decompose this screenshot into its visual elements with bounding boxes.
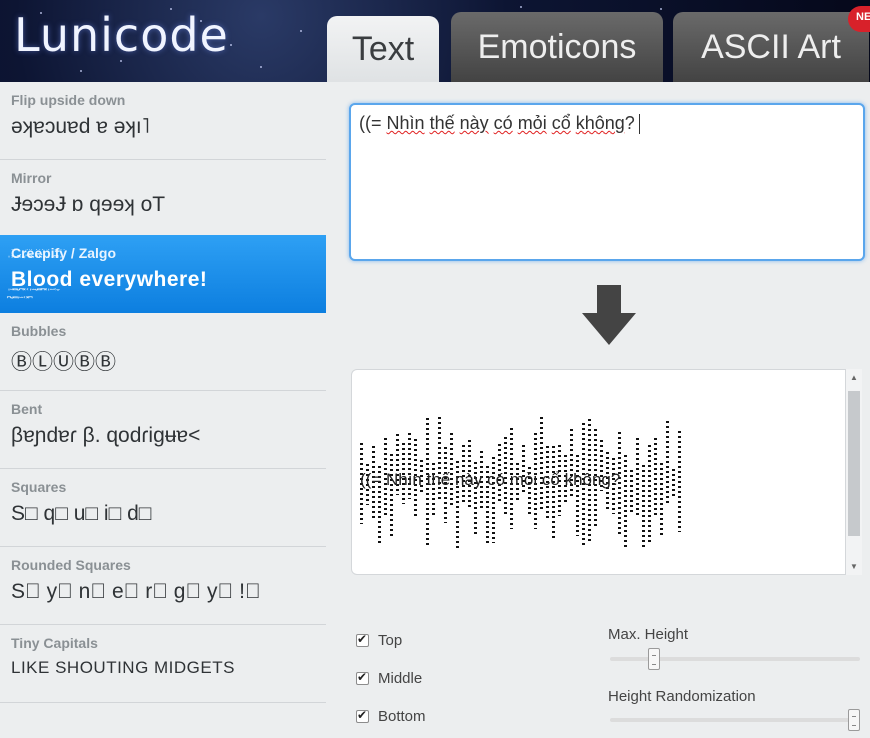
zalgo-glyph-column [666, 420, 669, 506]
max-height-slider[interactable] [610, 648, 860, 670]
bottom-checkbox[interactable] [356, 708, 369, 723]
zalgo-glyph-column [540, 417, 543, 510]
option-middle[interactable]: Middle [356, 670, 422, 687]
text-caret [638, 114, 640, 135]
zalgo-glyph-column [648, 444, 651, 543]
input-word: này [459, 113, 489, 133]
top-checkbox[interactable] [356, 632, 369, 647]
sidebar-item-zalgo[interactable]: ̾ ͒ ͛ ̚ ͒ ̈́ ͑ ͒ ̾ ͌ ͑ ͛ ̈́ ͑ ͒ ̍ ̾ ͑ ͒ … [0, 235, 326, 313]
height-randomization-label: Height Randomization [608, 688, 756, 705]
zalgo-glyph-column [576, 455, 579, 536]
output-box[interactable]: ((= Nhìn thế này có mỏi cổ không? [351, 369, 846, 575]
sidebar-item-title: Bent [11, 401, 43, 417]
sidebar-item-sample: ǝʞɐɔuɐd ɐ ǝʞı˥ [11, 115, 150, 138]
input-prefix: ((= [359, 113, 387, 133]
output-text: ((= Nhìn thế này có mỏi cổ không? [360, 470, 621, 489]
sidebar-item-sample: LIKE SHOUTING MIDGETS [11, 658, 235, 677]
sidebar-item-bent[interactable]: Bent βɐɲdɐɾ β. ɋodɾigʉɐ< [0, 391, 326, 469]
input-word: không [575, 113, 625, 133]
scroll-thumb[interactable] [848, 391, 860, 536]
scroll-down-icon[interactable]: ▼ [850, 562, 858, 571]
max-height-handle[interactable] [648, 648, 661, 670]
tab-emoticons[interactable]: Emoticons [451, 12, 663, 82]
sidebar-item-sample: S□ q□ u□ i□ d□ [11, 502, 152, 525]
app-header: Lunicode Text Emoticons ASCII Art NE [0, 0, 870, 82]
input-suffix: ? [624, 113, 635, 133]
sidebar-item-sample: ɈɘɔɘɈ ɒ qɘɘʞ oT [11, 193, 166, 216]
option-top[interactable]: Top [356, 632, 402, 649]
zalgo-glyph-column [624, 455, 627, 548]
sidebar-item-tiny-capitals[interactable]: Tiny Capitals LIKE SHOUTING MIDGETS [0, 625, 326, 703]
zalgo-glyph-column [642, 465, 645, 550]
sidebar-item-bubbles[interactable]: Bubbles ⒷⓁⓊⒷⒷ [0, 313, 326, 391]
arrow-down-icon [582, 285, 636, 345]
middle-checkbox[interactable] [356, 670, 369, 685]
zalgo-glyph-column [390, 454, 393, 537]
input-word: mỏi [517, 113, 547, 133]
sidebar-item-title: Squares [11, 479, 67, 495]
input-word: có [493, 113, 513, 133]
sidebar-item-title: Tiny Capitals [11, 635, 98, 651]
option-label: Middle [378, 670, 423, 687]
height-randomization-slider[interactable] [610, 709, 860, 731]
scroll-up-icon[interactable]: ▲ [850, 373, 858, 382]
sidebar-item-mirror[interactable]: Mirror ɈɘɔɘɈ ɒ qɘɘʞ oT [0, 160, 326, 238]
max-height-label: Max. Height [608, 626, 689, 643]
zalgo-glyph-column [654, 437, 657, 519]
height-randomization-handle[interactable] [848, 709, 860, 731]
zalgo-glyph-column [660, 463, 663, 538]
zalgo-glyph-column [636, 437, 639, 517]
sidebar-item-squares[interactable]: Squares S□ q□ u□ i□ d□ [0, 469, 326, 547]
zalgo-glyph-column [630, 469, 633, 512]
sidebar-item-title: Bubbles [11, 323, 67, 339]
sidebar-item-title: Rounded Squares [11, 557, 131, 573]
tab-ascii-art[interactable]: ASCII Art [673, 12, 869, 82]
input-word: cổ [551, 113, 571, 133]
sidebar-item-sample: S⃞ y⃞ n⃞ e⃞ r⃞ g⃞ y⃞ !⃞ [11, 580, 261, 603]
sidebar-item-sample: ⒷⓁⓊⒷⒷ [11, 351, 116, 374]
tab-text[interactable]: Text [327, 16, 439, 82]
input-word: thế [429, 113, 455, 133]
option-label: Bottom [378, 708, 426, 725]
sidebar-item-rounded-squares[interactable]: Rounded Squares S⃞ y⃞ n⃞ e⃞ r⃞ g⃞ y⃞ !⃞ [0, 547, 326, 625]
sidebar: Flip upside down ǝʞɐɔuɐd ɐ ǝʞı˥ Mirror Ɉ… [0, 82, 326, 738]
sidebar-item-title: Flip upside down [11, 92, 126, 108]
app-logo[interactable]: Lunicode [14, 8, 229, 62]
input-word: Nhìn [386, 113, 425, 133]
sidebar-item-sample: βɐɲdɐɾ β. ɋodɾigʉɐ< [11, 424, 201, 447]
option-bottom[interactable]: Bottom [356, 708, 426, 725]
text-input[interactable]: ((= Nhìn thế này có mỏi cổ không? [349, 103, 865, 261]
new-badge: NE [848, 6, 870, 32]
sidebar-item-flip[interactable]: Flip upside down ǝʞɐɔuɐd ɐ ǝʞı˥ [0, 82, 326, 160]
sidebar-item-title: Mirror [11, 170, 52, 186]
zalgo-glyph-column [672, 468, 675, 500]
zalgo-glyph-column [678, 431, 681, 532]
zalgo-decoration: ̾ ͒ ͛ ̚ ͒ ̈́ ͑ ͒ ̾ ͌ ͑ ͛ ̈́ ͑ ͒ ̍ ̾ ͑ ͒ … [6, 249, 65, 299]
option-label: Top [378, 632, 403, 649]
output-scrollbar[interactable]: ▲ ▼ [846, 369, 862, 575]
zalgo-glyph-column [552, 445, 555, 541]
